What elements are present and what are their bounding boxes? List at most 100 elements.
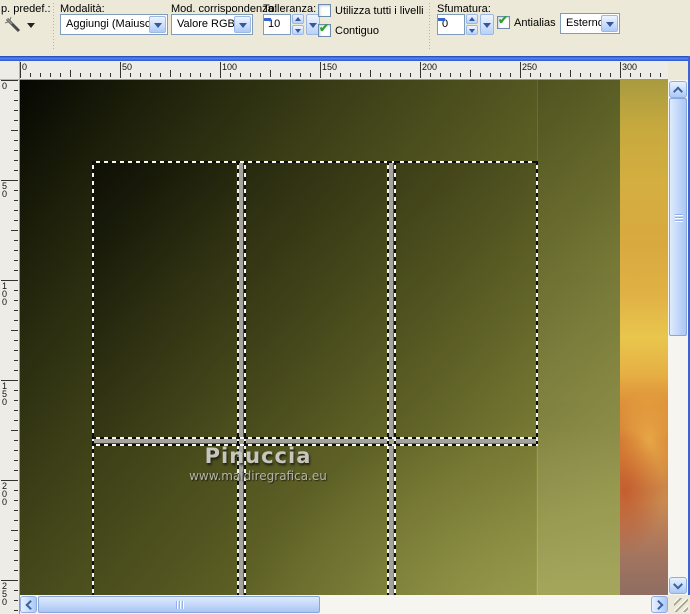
selection-marquee-row-divider-top xyxy=(92,437,538,439)
ruler-tick xyxy=(14,610,18,611)
sunset-strip xyxy=(620,80,668,595)
tolerance-field[interactable]: 10 xyxy=(263,14,291,35)
ruler-tick xyxy=(14,410,18,411)
ruler-tick xyxy=(14,190,18,191)
chevron-down-icon xyxy=(154,23,162,28)
ruler-tick xyxy=(14,510,18,511)
ruler-tick xyxy=(14,450,18,451)
ruler-tick xyxy=(300,73,301,77)
ruler-tick xyxy=(160,73,161,77)
ruler-tick xyxy=(280,73,281,77)
vertical-scrollbar-thumb[interactable] xyxy=(669,98,687,336)
feather-spin-down-button[interactable] xyxy=(466,25,478,35)
antialias-type-value: Esterno xyxy=(566,17,604,29)
chevron-left-icon xyxy=(25,600,35,610)
arrow-down-icon xyxy=(295,29,301,33)
ruler-tick xyxy=(140,73,141,77)
ruler-tick xyxy=(14,240,18,241)
ruler-tick xyxy=(570,70,571,77)
ruler-label: 0 xyxy=(22,62,27,72)
feather-slider-button[interactable] xyxy=(480,14,494,35)
horizontal-scrollbar[interactable] xyxy=(20,595,668,614)
mode-dropdown[interactable]: Aggiungi (Maiusc) xyxy=(60,14,168,35)
ruler-tick xyxy=(240,73,241,77)
ruler-tick xyxy=(450,73,451,77)
ruler-tick xyxy=(14,550,18,551)
ruler-label: 50 xyxy=(122,62,132,72)
vertical-scrollbar[interactable] xyxy=(668,80,688,595)
tolerance-spin-up-button[interactable] xyxy=(292,14,304,24)
watermark-title: Pinuccia xyxy=(118,444,398,468)
selection-marquee-divider2-left xyxy=(387,161,389,595)
ruler-tick xyxy=(14,360,18,361)
ruler-tick xyxy=(14,440,18,441)
mode-dropdown-button[interactable] xyxy=(149,16,166,33)
tolerance-spin-down-button[interactable] xyxy=(292,25,304,35)
ruler-tick xyxy=(14,390,18,391)
selection-marquee-right xyxy=(536,161,538,446)
ruler-tick xyxy=(14,160,18,161)
chevron-down-icon xyxy=(309,23,317,28)
ruler-tick xyxy=(540,73,541,77)
ruler-tick xyxy=(510,73,511,77)
ruler-tick xyxy=(14,120,18,121)
ruler-tick xyxy=(11,230,18,231)
selection-marquee-divider1-right xyxy=(244,161,246,595)
chevron-right-icon xyxy=(653,600,663,610)
feather-spinbox[interactable]: 0 xyxy=(437,14,495,35)
ruler-tick xyxy=(60,73,61,77)
window-resize-grip[interactable] xyxy=(668,595,690,614)
ruler-tick xyxy=(11,430,18,431)
ruler-tick xyxy=(340,73,341,77)
ruler-tick xyxy=(490,73,491,77)
feather-field[interactable]: 0 xyxy=(437,14,465,35)
checkbox-box[interactable] xyxy=(318,4,331,17)
chevron-down-icon xyxy=(673,579,683,589)
match-mode-dropdown[interactable]: Valore RGB xyxy=(171,14,253,35)
ruler-label: 0 xyxy=(2,82,7,90)
check-mark-icon: ✔ xyxy=(498,13,508,27)
ruler-tick xyxy=(660,73,661,77)
ruler-tick xyxy=(210,73,211,77)
scroll-up-button[interactable] xyxy=(669,81,687,98)
grid-line-vertical-2 xyxy=(389,163,393,595)
preset-dropdown-arrow-icon[interactable] xyxy=(27,23,35,28)
ruler-tick xyxy=(14,590,18,591)
chevron-down-icon xyxy=(483,23,491,28)
scroll-down-button[interactable] xyxy=(669,577,687,594)
ruler-label: 2 5 0 xyxy=(2,582,7,606)
ruler-tick xyxy=(600,73,601,77)
edit-indicator xyxy=(438,18,445,21)
toolbar-separator xyxy=(428,3,432,51)
arrow-up-icon xyxy=(469,17,475,21)
ruler-tick xyxy=(14,350,18,351)
ruler-tick xyxy=(40,73,41,77)
chevron-down-icon xyxy=(239,23,247,28)
ruler-tick xyxy=(260,73,261,77)
antialias-type-dropdown-button[interactable] xyxy=(601,15,618,32)
watermark-url: www.maidiregrafica.eu xyxy=(118,469,398,483)
preset-picker[interactable] xyxy=(3,15,37,37)
scroll-left-button[interactable] xyxy=(20,596,37,613)
ruler-tick xyxy=(220,62,221,78)
ruler-label: 150 xyxy=(322,62,337,72)
ruler-tick xyxy=(14,100,18,101)
tolerance-spinbox[interactable]: 10 xyxy=(263,14,321,35)
match-mode-dropdown-button[interactable] xyxy=(234,16,251,33)
ruler-tick xyxy=(14,560,18,561)
image-canvas[interactable]: Pinuccia www.maidiregrafica.eu xyxy=(20,80,668,595)
scroll-right-button[interactable] xyxy=(651,596,668,613)
ruler-tick xyxy=(70,70,71,77)
antialias-type-dropdown[interactable]: Esterno xyxy=(560,13,620,34)
ruler-tick xyxy=(180,73,181,77)
feather-spin-up-button[interactable] xyxy=(466,14,478,24)
ruler-corner-box xyxy=(0,61,20,80)
horizontal-scrollbar-thumb[interactable] xyxy=(38,596,320,613)
ruler-tick xyxy=(530,73,531,77)
chevron-up-icon xyxy=(673,86,683,96)
ruler-tick xyxy=(14,600,18,601)
ruler-tick xyxy=(230,73,231,77)
ruler-tick xyxy=(190,73,191,77)
ruler-tick xyxy=(50,73,51,77)
ruler-tick xyxy=(330,73,331,77)
